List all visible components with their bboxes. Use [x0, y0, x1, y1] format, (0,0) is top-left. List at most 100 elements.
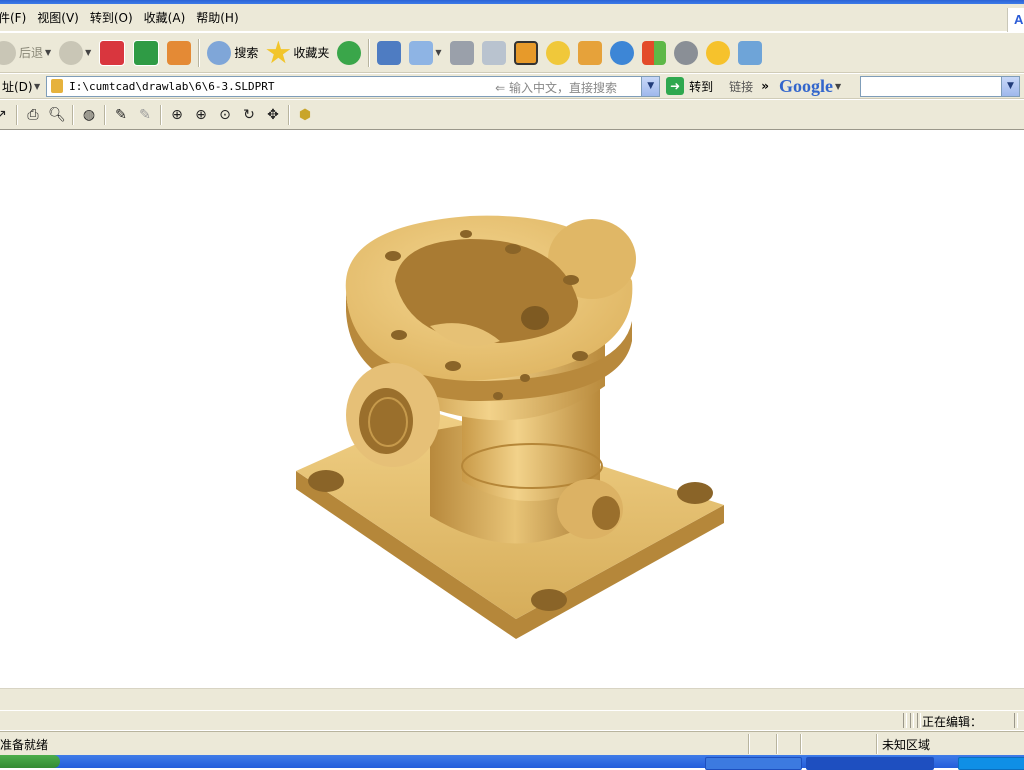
print-preview-button[interactable]: 🔍︎ — [46, 104, 68, 126]
rotate-icon: ↻ — [243, 106, 255, 123]
people-button[interactable] — [734, 36, 766, 70]
valve-body-3d-model[interactable] — [0, 131, 1024, 688]
address-label-dropdown-icon[interactable]: ▼ — [34, 82, 40, 91]
windows-logo: A — [1007, 8, 1024, 32]
flange-hole — [505, 244, 521, 254]
arrow-tool-button[interactable]: ↗ — [0, 104, 12, 126]
print-button[interactable] — [446, 36, 478, 70]
status-separator — [876, 734, 878, 754]
edit-button[interactable] — [478, 36, 510, 70]
back-dropdown-icon[interactable]: ▼ — [45, 48, 51, 57]
shaded-view-button[interactable]: ⬢ — [294, 104, 316, 126]
go-label: 转到 — [689, 79, 714, 94]
google-search-dropdown-icon[interactable]: ▼ — [1001, 77, 1019, 96]
menu-bar: 件(F) 视图(V) 转到(O) 收藏(A) 帮助(H) A — [0, 4, 1024, 32]
pocket-hole — [521, 306, 549, 330]
toolbar-separator — [160, 104, 162, 125]
publish-button[interactable]: ◍ — [78, 104, 100, 126]
base-hole — [531, 589, 567, 611]
go-arrow-icon: ➜ — [666, 77, 685, 95]
history-button[interactable] — [333, 36, 365, 70]
status-separator — [800, 734, 802, 754]
address-url: I:\cumtcad\drawlab\6\6-3.SLDPRT — [69, 79, 275, 93]
globe-button[interactable] — [606, 36, 638, 70]
toolbar-separator — [288, 104, 290, 125]
google-dropdown-icon[interactable]: ▼ — [835, 82, 841, 91]
measure-off-icon: ✎ — [139, 106, 151, 123]
messenger-button[interactable] — [542, 36, 574, 70]
windows-flag-button[interactable] — [638, 36, 670, 70]
smiley-button[interactable] — [702, 36, 734, 70]
measure-off-button[interactable]: ✎ — [134, 104, 156, 126]
forward-dropdown-icon[interactable]: ▼ — [85, 48, 91, 57]
menu-favorites[interactable]: 收藏(A) — [144, 9, 195, 26]
stop-button[interactable] — [95, 36, 129, 70]
research-button[interactable] — [373, 36, 405, 70]
pan-view-button[interactable]: ✥ — [262, 104, 284, 126]
google-logo[interactable]: Google — [779, 76, 833, 97]
mail-icon — [409, 40, 434, 65]
favorites-button[interactable]: 收藏夹 — [262, 36, 333, 70]
media-play-icon — [513, 40, 538, 65]
right-boss-hole — [592, 496, 620, 530]
status-separator — [748, 734, 750, 754]
discuss-bubble-icon — [673, 40, 698, 65]
model-viewport[interactable] — [0, 131, 1024, 688]
zoom-fit-button[interactable]: ⊕ — [166, 104, 188, 126]
address-dropdown-icon[interactable]: ▼ — [641, 76, 660, 96]
measure-button[interactable]: ✎ — [110, 104, 132, 126]
home-icon — [167, 40, 192, 65]
globe-icon: ◍ — [82, 106, 96, 123]
menu-view[interactable]: 视图(V) — [37, 9, 88, 26]
taskbar-item[interactable] — [705, 757, 802, 770]
toolbar-separator — [16, 104, 18, 125]
menu-help[interactable]: 帮助(H) — [196, 9, 247, 26]
zoom-in-button[interactable]: ⊕ — [190, 104, 212, 126]
back-arrow-icon — [0, 40, 16, 65]
mail-dropdown-icon[interactable]: ▼ — [435, 48, 441, 57]
taskbar-item[interactable] — [806, 757, 934, 770]
windows-flag-icon — [641, 40, 666, 65]
flange-hole — [460, 230, 472, 238]
taskbar — [0, 755, 1024, 770]
flange-hole — [385, 251, 401, 261]
solidworks-view-toolbar: ↗ ⎙ 🔍︎ ◍ ✎ ✎ ⊕ ⊕ ⊙ ↻ ✥ ⬢ — [0, 100, 1024, 130]
search-button[interactable]: 搜索 — [203, 36, 262, 70]
flange-hole — [493, 392, 503, 400]
go-button[interactable]: ➜ 转到 — [666, 77, 713, 95]
printer-icon — [449, 40, 474, 65]
media-button[interactable] — [510, 36, 542, 70]
links-label[interactable]: 链接 — [729, 78, 753, 95]
back-button[interactable]: 后退 ▼ — [0, 36, 55, 70]
viewer-status-bar: 正在编辑： — [0, 710, 1024, 730]
menu-goto[interactable]: 转到(O) — [90, 9, 142, 26]
menu-file[interactable]: 件(F) — [0, 9, 35, 26]
search-label: 搜索 — [234, 46, 259, 60]
search-magnifier-icon — [207, 40, 232, 65]
hourglass-button[interactable] — [574, 36, 606, 70]
start-button[interactable] — [0, 755, 60, 768]
flange-hole — [520, 374, 530, 382]
back-label: 后退 — [19, 46, 44, 60]
discuss-button[interactable] — [670, 36, 702, 70]
zoom-area-button[interactable]: ⊙ — [214, 104, 236, 126]
rotate-view-button[interactable]: ↻ — [238, 104, 260, 126]
print-view-button[interactable]: ⎙ — [22, 104, 44, 126]
toolbar-separator — [104, 104, 106, 125]
status-separator — [776, 734, 778, 754]
status-grip — [1014, 713, 1018, 728]
address-input[interactable]: I:\cumtcad\drawlab\6\6-3.SLDPRT ⇐ 输入中文，直… — [46, 75, 661, 97]
status-editing: 正在编辑： — [922, 715, 983, 729]
forward-arrow-icon — [59, 40, 84, 65]
refresh-button[interactable] — [129, 36, 163, 70]
google-search-input[interactable]: ▼ — [860, 76, 1020, 97]
links-chevron-icon[interactable]: » — [761, 79, 769, 93]
address-label: 址(D) — [2, 79, 33, 94]
messenger-icon — [545, 40, 570, 65]
pan-icon: ✥ — [267, 106, 279, 123]
refresh-icon — [133, 39, 160, 66]
mail-button[interactable]: ▼ — [405, 36, 445, 70]
forward-button[interactable]: ▼ — [55, 36, 95, 70]
home-button[interactable] — [163, 36, 195, 70]
address-search-placeholder: 输入中文，直接搜索 — [509, 80, 618, 95]
